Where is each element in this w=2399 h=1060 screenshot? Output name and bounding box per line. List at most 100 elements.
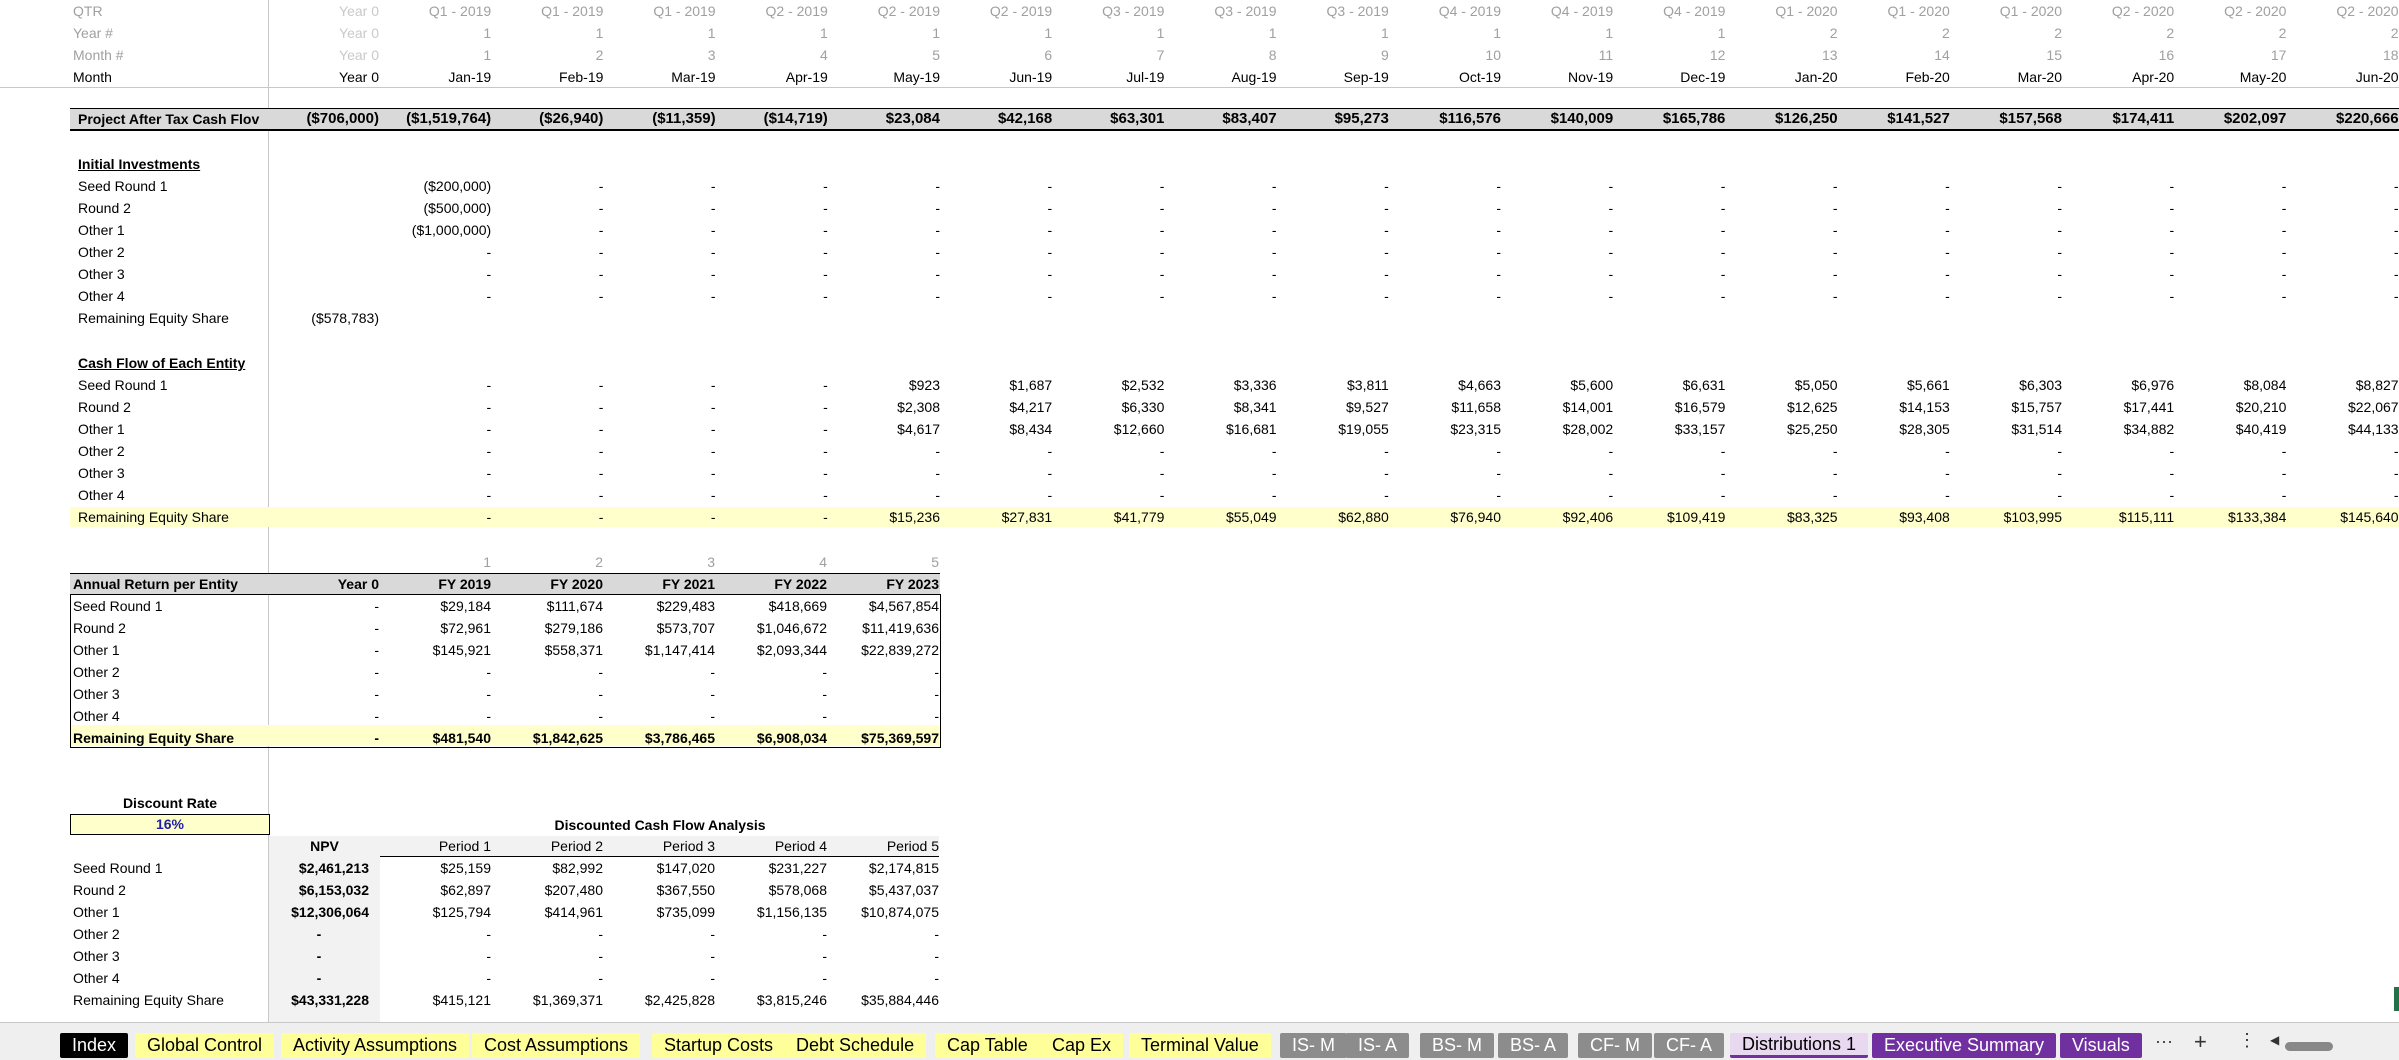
table-cell: -: [1271, 288, 1277, 304]
sheet-tab[interactable]: Startup Costs: [652, 1033, 786, 1058]
table-cell: -: [1720, 465, 1726, 481]
table-cell: -: [935, 465, 940, 481]
table-cell: -: [1159, 178, 1165, 194]
table-cell: $15,236: [889, 509, 940, 525]
table-cell: -: [710, 443, 716, 459]
project-cash-flow-label: Project After Tax Cash Flov: [78, 111, 260, 127]
sheet-tab[interactable]: IS- A: [1346, 1033, 1410, 1058]
annual-return-cell: $11,419,636: [862, 620, 939, 636]
table-cell: -: [598, 288, 604, 304]
row-label: Other 2: [78, 244, 125, 260]
annual-return-cell: -: [710, 708, 715, 724]
annual-return-cell: -: [710, 664, 715, 680]
sheet-tab[interactable]: BS- A: [1498, 1033, 1569, 1058]
table-cell: $5,600: [1570, 377, 1614, 393]
dcf-label: Other 3: [73, 948, 120, 964]
table-cell: -: [2393, 200, 2399, 216]
table-cell: -: [1496, 244, 1501, 260]
annual-return-cell: $29,184: [440, 598, 491, 614]
sheet-tab[interactable]: IS- M: [1280, 1033, 1347, 1058]
header-cell: Year 0: [339, 25, 379, 41]
options-icon[interactable]: ⋮: [2238, 1030, 2256, 1051]
npv-cell: -: [316, 926, 322, 942]
table-cell: -: [823, 222, 828, 238]
header-cell: Q1 - 2020: [1999, 3, 2062, 19]
table-cell: -: [598, 178, 604, 194]
sheet-tab[interactable]: Distributions 1: [1730, 1033, 1869, 1058]
header-divider: [0, 87, 2399, 88]
header-cell: 10: [1485, 47, 1501, 63]
sheet-tab[interactable]: CF- A: [1654, 1033, 1725, 1058]
table-cell: $133,384: [2227, 509, 2287, 525]
table-cell: $3,811: [1347, 377, 1389, 393]
sheet-tab[interactable]: Index: [60, 1033, 129, 1058]
header-cell: Q4 - 2019: [1438, 3, 1501, 19]
sheet-tab[interactable]: BS- M: [1420, 1033, 1495, 1058]
table-cell: $2,532: [1121, 377, 1165, 393]
table-cell: -: [1159, 244, 1165, 260]
table-cell: $11,658: [1451, 399, 1501, 415]
table-cell: -: [1945, 288, 1950, 304]
sheet-tab[interactable]: Executive Summary: [1872, 1033, 2057, 1058]
header-cell: Q4 - 2019: [1663, 3, 1726, 19]
annual-return-cell: $3,786,465: [644, 730, 715, 746]
table-cell: $2,308: [897, 399, 940, 415]
project-cash-flow-value: ($1,519,764): [406, 110, 492, 127]
discount-rate-input[interactable]: 16%: [70, 814, 270, 835]
table-cell: $14,001: [1562, 399, 1614, 415]
sheet-tab[interactable]: Activity Assumptions: [281, 1033, 470, 1058]
annual-return-cell: -: [374, 708, 379, 724]
table-cell: -: [1271, 465, 1277, 481]
table-cell: $923: [908, 377, 940, 393]
table-cell: -: [486, 266, 492, 282]
header-label: QTR: [73, 3, 103, 19]
dcf-cell: $82,992: [552, 860, 603, 876]
annual-return-cell: -: [374, 730, 379, 746]
sheet-tab[interactable]: Cap Ex: [1040, 1033, 1124, 1058]
spreadsheet-grid[interactable]: QTR Year 0 Q1 - 2019 Q1 - 2019 Q1 - 2019 Q2 -…: [0, 0, 2399, 1022]
sheet-tab[interactable]: Debt Schedule: [784, 1033, 927, 1058]
header-cell: 2: [595, 47, 604, 63]
annual-return-cell: $573,707: [656, 620, 715, 636]
sheet-tab[interactable]: CF- M: [1578, 1033, 1652, 1058]
table-cell: -: [1496, 443, 1501, 459]
table-cell: -: [1608, 443, 1614, 459]
header-cell: 1: [820, 25, 828, 41]
horizontal-scrollbar-thumb[interactable]: [2285, 1042, 2333, 1051]
table-cell: -: [823, 266, 828, 282]
sheet-tab[interactable]: Cost Assumptions: [472, 1033, 641, 1058]
scroll-left-icon[interactable]: ◀: [2270, 1033, 2279, 1047]
table-cell: $44,133: [2347, 421, 2399, 437]
project-cash-flow-value: $63,301: [1110, 110, 1165, 127]
table-cell: $62,880: [1338, 509, 1389, 525]
sheet-tab[interactable]: Global Control: [135, 1033, 275, 1058]
row-label: Round 2: [78, 399, 131, 415]
table-cell: -: [598, 222, 604, 238]
table-cell: $20,210: [2235, 399, 2287, 415]
header-cell: Aug-19: [1231, 69, 1277, 85]
table-cell: -: [1720, 266, 1726, 282]
header-cell: Feb-20: [1905, 69, 1950, 85]
dcf-cell: $2,174,815: [868, 860, 939, 876]
header-cell: Jul-19: [1126, 69, 1165, 85]
table-cell: -: [1047, 222, 1053, 238]
dcf-header: Period 5: [886, 838, 939, 854]
table-cell: -: [1608, 487, 1614, 503]
table-cell: -: [598, 443, 604, 459]
more-tabs-icon[interactable]: ···: [2155, 1031, 2173, 1052]
add-sheet-icon[interactable]: +: [2194, 1029, 2207, 1055]
header-cell: Q4 - 2019: [1550, 3, 1614, 19]
table-cell: -: [1608, 288, 1614, 304]
sheet-tab[interactable]: Visuals: [2060, 1033, 2142, 1058]
header-cell: Oct-19: [1458, 69, 1501, 85]
row-label: Other 1: [78, 421, 125, 437]
sheet-tab[interactable]: Cap Table: [935, 1033, 1040, 1058]
annual-return-cell: -: [598, 708, 603, 724]
table-cell: -: [823, 288, 828, 304]
header-cell: Q1 - 2020: [1775, 3, 1838, 19]
header-cell: 11: [1598, 47, 1614, 63]
table-cell: -: [2281, 443, 2287, 459]
table-cell: -: [935, 487, 940, 503]
table-cell: -: [2393, 465, 2399, 481]
sheet-tab[interactable]: Terminal Value: [1129, 1033, 1271, 1058]
